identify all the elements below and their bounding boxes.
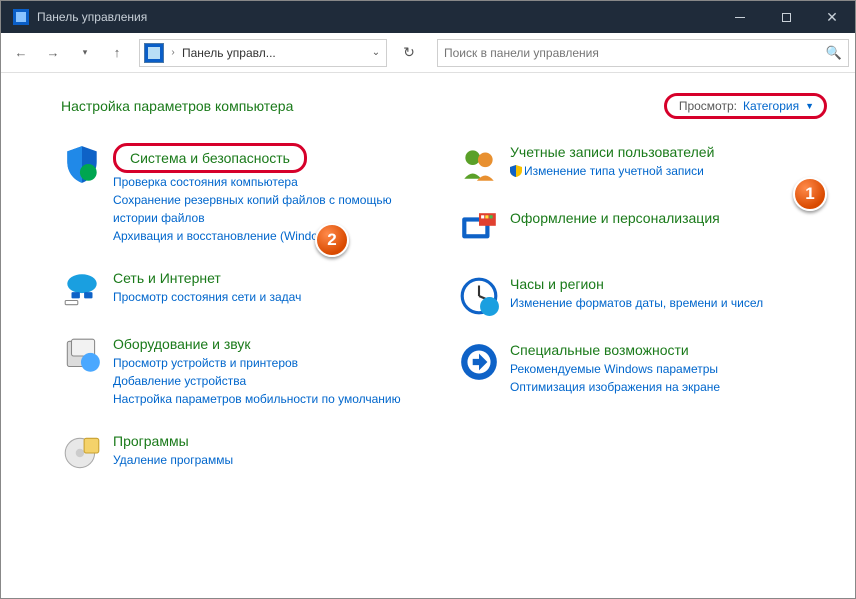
search-input[interactable] xyxy=(444,46,826,60)
app-icon xyxy=(13,9,29,25)
nav-back-button[interactable]: ← xyxy=(7,39,35,67)
close-button[interactable]: ✕ xyxy=(809,1,855,33)
category-link[interactable]: Архивация и восстановление (Windows 7) xyxy=(113,227,430,245)
search-icon[interactable]: 🔍 xyxy=(826,45,842,61)
clock-icon xyxy=(458,275,500,317)
breadcrumb[interactable]: Панель управл... xyxy=(178,46,280,60)
accessibility-icon xyxy=(458,341,500,383)
category-column-right: Учетные записи пользователей Изменение т… xyxy=(458,143,827,474)
category-link[interactable]: Сохранение резервных копий файлов с помо… xyxy=(113,191,430,227)
category-title-appearance[interactable]: Оформление и персонализация xyxy=(510,210,720,226)
category-link[interactable]: Рекомендуемые Windows параметры xyxy=(510,360,827,378)
category-title-network[interactable]: Сеть и Интернет xyxy=(113,270,221,286)
chevron-right-icon: › xyxy=(168,47,178,58)
nav-history-dropdown[interactable]: ▾ xyxy=(71,39,99,67)
view-by-selector[interactable]: Просмотр: Категория ▼ xyxy=(664,93,827,119)
category-link-text: Изменение типа учетной записи xyxy=(524,164,704,178)
annotation-bubble-2: 2 xyxy=(315,223,349,257)
view-by-value: Категория xyxy=(743,99,799,113)
category-system-security: Система и безопасность Проверка состояни… xyxy=(61,143,430,245)
category-column-left: Система и безопасность Проверка состояни… xyxy=(61,143,430,474)
category-link[interactable]: Оптимизация изображения на экране xyxy=(510,378,827,396)
network-icon xyxy=(61,269,103,311)
category-title-clock-region[interactable]: Часы и регион xyxy=(510,276,604,292)
category-hardware: Оборудование и звук Просмотр устройств и… xyxy=(61,335,430,408)
category-link[interactable]: Проверка состояния компьютера xyxy=(113,173,430,191)
nav-up-button[interactable]: ↑ xyxy=(103,39,131,67)
category-link[interactable]: Добавление устройства xyxy=(113,372,430,390)
category-programs: Программы Удаление программы xyxy=(61,432,430,474)
category-title-hardware[interactable]: Оборудование и звук xyxy=(113,336,251,352)
category-network: Сеть и Интернет Просмотр состояния сети … xyxy=(61,269,430,311)
uac-shield-icon xyxy=(510,165,522,177)
page-title: Настройка параметров компьютера xyxy=(61,98,293,114)
category-clock-region: Часы и регион Изменение форматов даты, в… xyxy=(458,275,827,317)
chevron-down-icon[interactable]: ⌄ xyxy=(366,47,386,58)
category-user-accounts: Учетные записи пользователей Изменение т… xyxy=(458,143,827,185)
category-title-user-accounts[interactable]: Учетные записи пользователей xyxy=(510,144,714,160)
category-link[interactable]: Изменение форматов даты, времени и чисел xyxy=(510,294,827,312)
nav-forward-button[interactable]: → xyxy=(39,39,67,67)
category-appearance: Оформление и персонализация xyxy=(458,209,827,251)
shield-icon xyxy=(61,143,103,185)
annotation-bubble-1: 1 xyxy=(793,177,827,211)
toolbar: ← → ▾ ↑ › Панель управл... ⌄ ↻ 🔍 xyxy=(1,33,855,73)
chevron-down-icon: ▼ xyxy=(805,101,814,111)
category-link[interactable]: Просмотр устройств и принтеров xyxy=(113,354,430,372)
control-panel-icon xyxy=(144,43,164,63)
category-link[interactable]: Удаление программы xyxy=(113,451,430,469)
category-title-accessibility[interactable]: Специальные возможности xyxy=(510,342,689,358)
category-title-programs[interactable]: Программы xyxy=(113,433,189,449)
refresh-button[interactable]: ↻ xyxy=(395,39,423,67)
minimize-button[interactable] xyxy=(717,1,763,33)
address-bar[interactable]: › Панель управл... ⌄ xyxy=(139,39,387,67)
search-bar[interactable]: 🔍 xyxy=(437,39,849,67)
category-link[interactable]: Изменение типа учетной записи xyxy=(510,162,827,180)
view-by-label: Просмотр: xyxy=(679,99,737,113)
category-accessibility: Специальные возможности Рекомендуемые Wi… xyxy=(458,341,827,396)
content-area: Настройка параметров компьютера Просмотр… xyxy=(1,73,855,484)
hardware-icon xyxy=(61,335,103,377)
maximize-button[interactable] xyxy=(763,1,809,33)
window-title: Панель управления xyxy=(37,10,717,24)
category-title-system-security[interactable]: Система и безопасность xyxy=(113,143,307,173)
category-link[interactable]: Просмотр состояния сети и задач xyxy=(113,288,430,306)
appearance-icon xyxy=(458,209,500,251)
titlebar: Панель управления ✕ xyxy=(1,1,855,33)
programs-icon xyxy=(61,432,103,474)
user-accounts-icon xyxy=(458,143,500,185)
category-link[interactable]: Настройка параметров мобильности по умол… xyxy=(113,390,430,408)
